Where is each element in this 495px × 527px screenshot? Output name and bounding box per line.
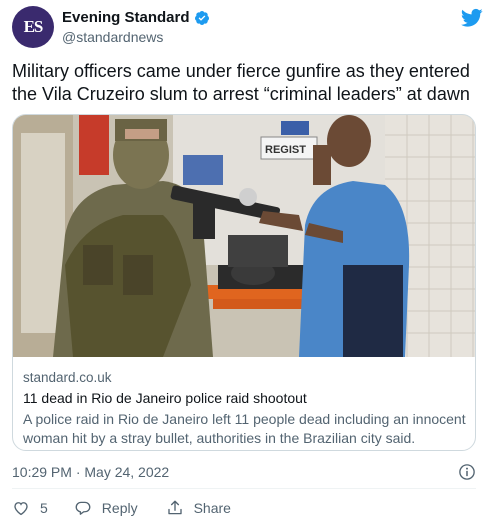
sign-text: REGIST	[265, 144, 306, 156]
share-label: Share	[193, 500, 231, 516]
share-icon	[167, 500, 182, 515]
tweet-header: ES Evening Standard @standardnews	[12, 6, 483, 50]
like-button[interactable]: 5	[12, 499, 48, 517]
heart-icon	[14, 502, 28, 516]
handle[interactable]: @standardnews	[62, 29, 210, 45]
card-image[interactable]: REGIST	[13, 115, 475, 357]
share-button[interactable]: Share	[166, 499, 231, 517]
reply-label: Reply	[101, 500, 138, 516]
card-domain[interactable]: standard.co.uk	[23, 369, 473, 386]
link-card[interactable]: REGIST standard.co.uk 11 dead in Rio de …	[12, 114, 476, 451]
display-name[interactable]: Evening Standard	[62, 9, 190, 26]
display-name-row: Evening Standard	[62, 9, 210, 26]
tweet-text: Military officers came under fierce gunf…	[12, 61, 470, 104]
twitter-bird-icon[interactable]	[461, 8, 483, 28]
avatar[interactable]: ES	[12, 6, 54, 48]
divider	[12, 488, 476, 489]
timestamp-row: 10:29 PM · May 24, 2022	[12, 462, 476, 482]
timestamp[interactable]: 10:29 PM · May 24, 2022	[12, 464, 169, 480]
card-description: A police raid in Rio de Janeiro left 11 …	[23, 411, 466, 446]
reply-icon	[75, 501, 91, 515]
avatar-text: ES	[23, 17, 44, 36]
news-photo-illustration: REGIST	[13, 115, 475, 357]
action-bar: 5 Reply Share	[12, 496, 259, 520]
verified-icon	[194, 10, 209, 25]
tweet: ES Evening Standard @standardnews Milita…	[0, 0, 495, 527]
like-count: 5	[40, 500, 48, 516]
info-icon[interactable]	[458, 463, 476, 481]
card-meta: standard.co.uk 11 dead in Rio de Janeiro…	[23, 369, 473, 448]
reply-button[interactable]: Reply	[74, 499, 138, 517]
card-title[interactable]: 11 dead in Rio de Janeiro police raid sh…	[23, 389, 473, 408]
author-names: Evening Standard @standardnews	[62, 9, 210, 45]
